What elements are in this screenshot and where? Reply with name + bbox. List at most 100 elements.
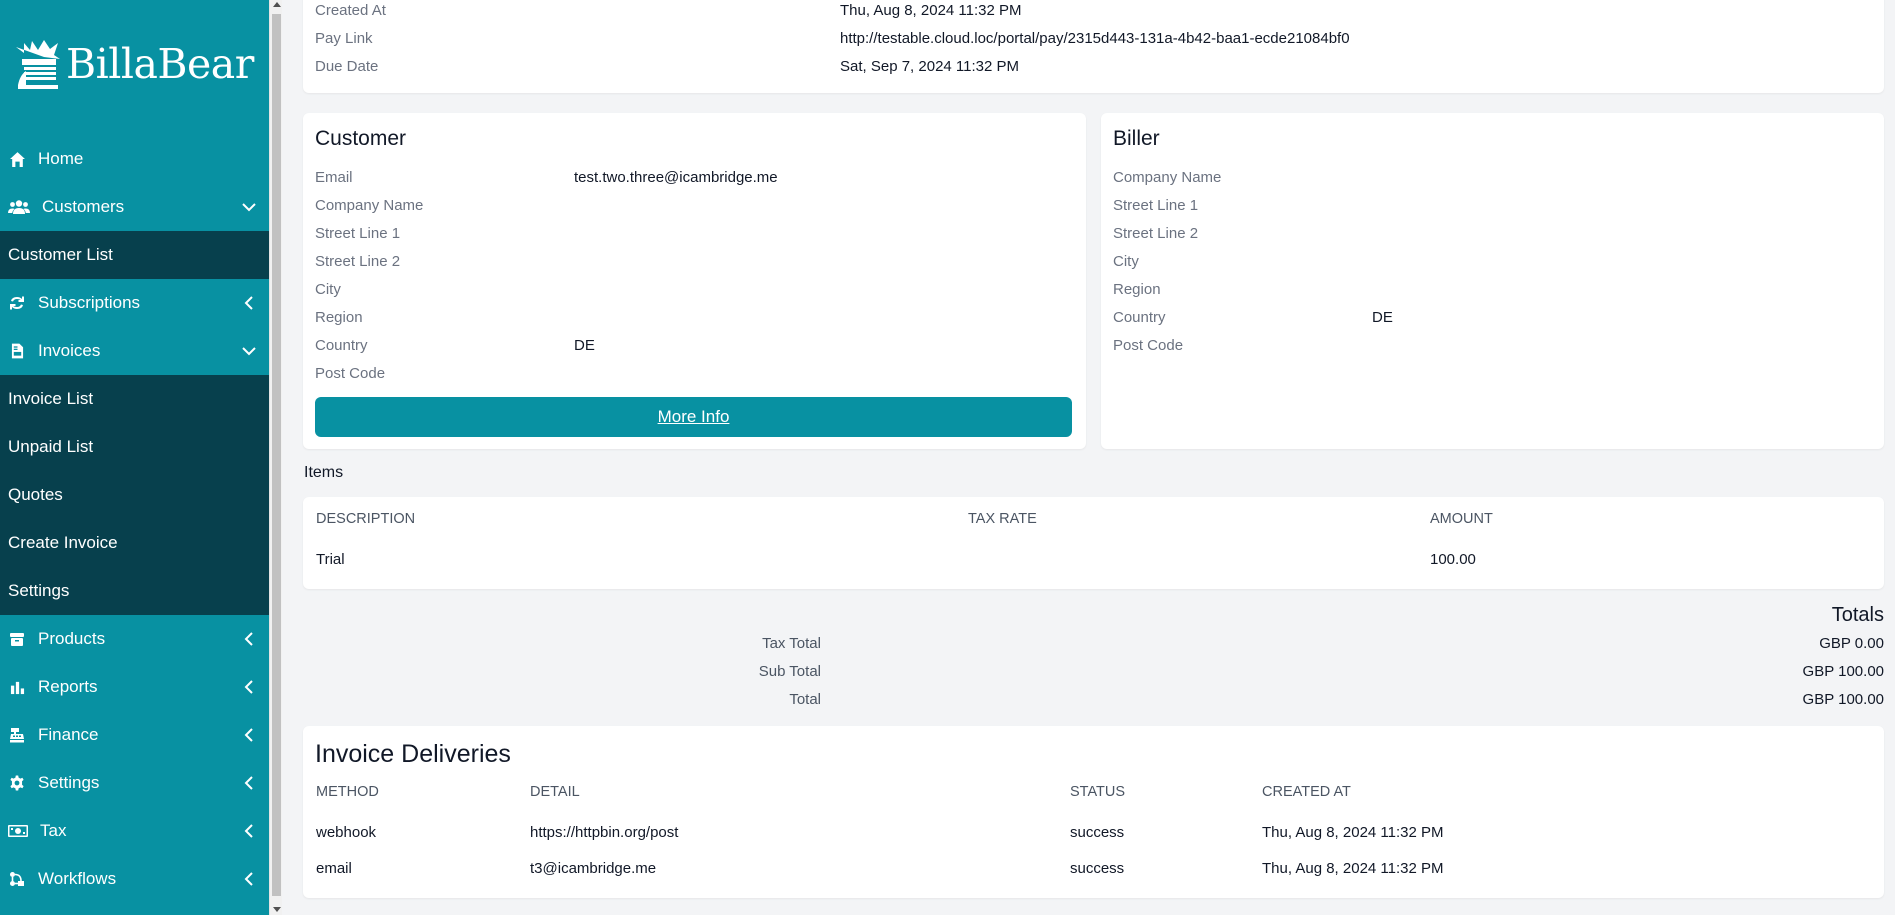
sidebar-item-label: Finance <box>38 725 99 744</box>
deliveries-col-status: Status <box>1070 784 1126 800</box>
scroll-thumb[interactable] <box>272 14 281 896</box>
invoice-details-card: Created At Thu, Aug 8, 2024 11:32 PM Pay… <box>303 0 1884 93</box>
sidebar-subitem-label: Settings <box>8 581 70 600</box>
delivery-created-at: Thu, Aug 8, 2024 11:32 PM <box>1262 824 1444 841</box>
cash-register-icon <box>8 726 26 744</box>
sidebar-item-home[interactable]: Home <box>0 135 269 183</box>
sidebar-subitem-label: Unpaid List <box>8 437 94 456</box>
sidebar-subitem-create-invoice[interactable]: Create Invoice <box>0 519 269 567</box>
delivery-detail: https://httpbin.org/post <box>530 824 679 841</box>
chevron-left-icon <box>244 680 253 694</box>
pay-link-label: Pay Link <box>315 30 373 47</box>
invoice-deliveries-card: Invoice Deliveries Method Detail Status … <box>303 726 1884 898</box>
customer-field-value: test.two.three@icambridge.me <box>574 169 778 186</box>
customer-field-label: Street Line 1 <box>315 225 401 242</box>
sidebar-subitem-customer-list[interactable]: Customer List <box>0 231 269 279</box>
biller-field-label: Street Line 2 <box>1113 225 1199 242</box>
customer-field-label: Company Name <box>315 197 424 214</box>
sidebar-subitem-invoice-settings[interactable]: Settings <box>0 567 269 615</box>
workflow-icon <box>8 870 26 888</box>
sidebar-item-label: Settings <box>38 773 100 792</box>
sidebar: BillaBear Home Customers Customer List S… <box>0 0 269 915</box>
customer-field-label: Post Code <box>315 365 386 382</box>
biller-field-label: City <box>1113 253 1139 270</box>
sidebar-subitem-label: Create Invoice <box>8 533 118 552</box>
customer-field-label: Email <box>315 169 353 186</box>
sidebar-item-subscriptions[interactable]: Subscriptions <box>0 279 269 327</box>
money-icon <box>8 822 28 840</box>
delivery-method: email <box>316 860 352 877</box>
sidebar-scrollbar[interactable] <box>269 0 282 915</box>
scroll-down-icon[interactable] <box>273 907 281 912</box>
sub-total-value: GBP 100.00 <box>1802 663 1884 680</box>
refresh-icon <box>8 294 26 312</box>
scroll-up-icon[interactable] <box>273 2 281 7</box>
items-col-tax-rate: Tax Rate <box>968 511 1037 527</box>
items-table: Description Tax Rate Amount Trial 100.00 <box>303 497 1884 589</box>
sidebar-item-label: Invoices <box>38 341 101 360</box>
sidebar-subitem-invoice-list[interactable]: Invoice List <box>0 375 269 423</box>
sidebar-item-settings[interactable]: Settings <box>0 759 269 807</box>
chevron-left-icon <box>244 632 253 646</box>
sidebar-item-customers[interactable]: Customers <box>0 183 269 231</box>
delivery-status: success <box>1070 824 1125 841</box>
items-heading: Items <box>304 464 344 481</box>
total-value: GBP 100.00 <box>1802 691 1884 708</box>
biller-card: Biller Company Name Street Line 1 Street L… <box>1101 113 1884 449</box>
customer-field-label: Country <box>315 337 368 354</box>
customer-card: Customer Email test.two.three@icambridge.… <box>303 113 1086 449</box>
brand-logo[interactable]: BillaBear <box>0 0 269 127</box>
items-col-amount: Amount <box>1430 511 1493 527</box>
sidebar-item-reports[interactable]: Reports <box>0 663 269 711</box>
created-at-label: Created At <box>315 2 386 19</box>
delivery-created-at: Thu, Aug 8, 2024 11:32 PM <box>1262 860 1444 877</box>
tax-total-value: GBP 0.00 <box>1819 635 1884 652</box>
sidebar-subitem-unpaid-list[interactable]: Unpaid List <box>0 423 269 471</box>
home-icon <box>8 150 26 168</box>
deliveries-col-detail: Detail <box>530 784 580 800</box>
users-icon <box>8 198 30 216</box>
gear-icon <box>8 774 26 792</box>
customer-field-value: DE <box>574 337 595 354</box>
sidebar-subitem-quotes[interactable]: Quotes <box>0 471 269 519</box>
chevron-down-icon <box>242 203 256 212</box>
sidebar-item-finance[interactable]: Finance <box>0 711 269 759</box>
sidebar-item-products[interactable]: Products <box>0 615 269 663</box>
sidebar-item-workflows[interactable]: Workflows <box>0 855 269 903</box>
sidebar-item-tax[interactable]: Tax <box>0 807 269 855</box>
sidebar-item-label: Home <box>38 149 84 168</box>
customer-field-label: City <box>315 281 341 298</box>
chart-icon <box>8 678 26 696</box>
chevron-left-icon <box>244 728 253 742</box>
invoice-icon <box>8 342 26 360</box>
biller-field-value: DE <box>1372 309 1393 326</box>
sidebar-subitem-label: Invoice List <box>8 389 94 408</box>
sidebar-subitem-label: Quotes <box>8 485 63 504</box>
due-date-value: Sat, Sep 7, 2024 11:32 PM <box>840 58 1020 75</box>
sidebar-item-label: Reports <box>38 677 98 696</box>
sidebar-item-label: Customers <box>42 197 125 216</box>
box-icon <box>8 630 26 648</box>
biller-title: Biller <box>1113 127 1160 150</box>
more-info-button[interactable]: More Info <box>315 397 1072 437</box>
totals-heading: Totals <box>1831 604 1884 626</box>
biller-field-label: Post Code <box>1113 337 1184 354</box>
bear-logo-icon <box>16 39 60 89</box>
sidebar-item-label: Subscriptions <box>38 293 141 312</box>
pay-link-value[interactable]: http://testable.cloud.loc/portal/pay/231… <box>840 30 1350 47</box>
sidebar-item-label: Workflows <box>38 869 117 888</box>
deliveries-col-method: Method <box>316 784 379 800</box>
created-at-value: Thu, Aug 8, 2024 11:32 PM <box>840 2 1022 19</box>
item-amount: 100.00 <box>1430 551 1476 568</box>
customer-title: Customer <box>315 127 407 150</box>
customer-field-label: Street Line 2 <box>315 253 401 270</box>
chevron-left-icon <box>244 872 253 886</box>
chevron-left-icon <box>244 824 253 838</box>
biller-field-label: Company Name <box>1113 169 1222 186</box>
sidebar-item-label: Tax <box>40 821 67 840</box>
tax-total-label: Tax Total <box>762 635 821 652</box>
total-label: Total <box>789 691 821 708</box>
chevron-left-icon <box>244 776 253 790</box>
customer-field-label: Region <box>315 309 363 326</box>
sidebar-item-invoices[interactable]: Invoices <box>0 327 269 375</box>
